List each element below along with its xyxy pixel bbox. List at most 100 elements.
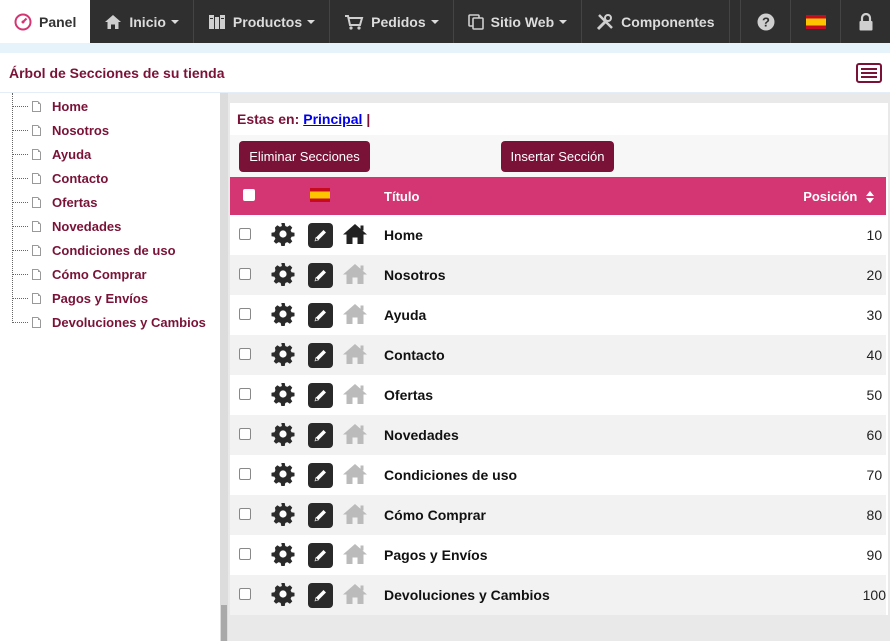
edit-icon[interactable] xyxy=(307,422,333,448)
tree-scrollbar[interactable] xyxy=(220,93,228,641)
page-icon xyxy=(32,148,41,160)
table-row: Ayuda 30 xyxy=(230,295,886,335)
tree-item[interactable]: Contacto xyxy=(0,166,206,190)
row-checkbox[interactable] xyxy=(239,548,251,560)
sort-icon xyxy=(866,191,874,204)
tree-item-label: Home xyxy=(52,98,89,114)
edit-icon[interactable] xyxy=(307,542,333,568)
edit-icon[interactable] xyxy=(307,262,333,288)
row-checkbox[interactable] xyxy=(239,428,251,440)
tree-item-label: Ofertas xyxy=(52,194,98,210)
chevron-down-icon xyxy=(559,19,568,24)
row-position: 70 xyxy=(866,467,883,483)
nav-inicio[interactable]: Inicio xyxy=(90,0,194,43)
nav-inicio-label: Inicio xyxy=(129,13,166,30)
home-icon[interactable] xyxy=(342,423,368,445)
edit-icon[interactable] xyxy=(307,302,333,328)
tree-item[interactable]: Pagos y Envíos xyxy=(0,286,206,310)
row-position: 10 xyxy=(866,227,883,243)
help-button[interactable]: ? xyxy=(740,0,790,43)
gear-icon[interactable] xyxy=(271,262,295,286)
home-icon[interactable] xyxy=(342,263,368,285)
tree-item[interactable]: Condiciones de uso xyxy=(0,238,206,262)
gear-icon[interactable] xyxy=(271,462,295,486)
nav-componentes[interactable]: Componentes xyxy=(582,0,730,43)
home-icon[interactable] xyxy=(342,543,368,565)
gear-icon[interactable] xyxy=(271,502,295,526)
breadcrumb-link-principal[interactable]: Principal xyxy=(303,111,362,127)
gear-icon[interactable] xyxy=(271,342,295,366)
edit-icon[interactable] xyxy=(307,382,333,408)
home-icon xyxy=(105,14,122,29)
nav-sitio-web[interactable]: Sitio Web xyxy=(454,0,583,43)
page-icon xyxy=(32,172,41,184)
tree-item-label: Novedades xyxy=(52,218,122,234)
list-view-button[interactable] xyxy=(856,62,882,83)
tree-item-label: Ayuda xyxy=(52,146,92,162)
row-checkbox[interactable] xyxy=(239,588,251,600)
row-position: 20 xyxy=(866,267,883,283)
table-row: Home 10 xyxy=(230,215,886,255)
row-checkbox[interactable] xyxy=(239,508,251,520)
tree-item[interactable]: Nosotros xyxy=(0,118,206,142)
row-checkbox[interactable] xyxy=(239,388,251,400)
nav-productos[interactable]: Productos xyxy=(194,0,331,43)
tree-branch xyxy=(12,273,28,275)
gear-icon[interactable] xyxy=(271,582,295,606)
edit-icon[interactable] xyxy=(307,222,333,248)
home-icon[interactable] xyxy=(342,503,368,525)
row-checkbox[interactable] xyxy=(239,268,251,280)
row-checkbox[interactable] xyxy=(239,468,251,480)
language-button[interactable] xyxy=(790,0,840,43)
home-icon[interactable] xyxy=(342,223,368,245)
tree-item[interactable]: Devoluciones y Cambios xyxy=(0,310,206,334)
dashboard-icon xyxy=(14,13,32,30)
row-checkbox[interactable] xyxy=(239,228,251,240)
nav-panel[interactable]: Panel xyxy=(0,0,91,43)
tree-item[interactable]: Novedades xyxy=(0,214,206,238)
edit-icon[interactable] xyxy=(307,502,333,528)
nav-pedidos[interactable]: Pedidos xyxy=(330,0,454,43)
scrollbar-thumb[interactable] xyxy=(221,605,227,641)
select-all-checkbox[interactable] xyxy=(243,188,255,201)
row-position: 100 xyxy=(862,587,886,603)
tree-list: Home Nosotros Ayuda Contacto Ofertas Novedade… xyxy=(0,94,206,334)
home-icon[interactable] xyxy=(342,383,368,405)
gear-icon[interactable] xyxy=(271,382,295,406)
tree-item[interactable]: Ayuda xyxy=(0,142,206,166)
row-checkbox[interactable] xyxy=(239,348,251,360)
sections-table: Título Posición Home 10 Nosotros 20 Ayuda 30 C… xyxy=(230,177,886,615)
row-position: 80 xyxy=(866,507,883,523)
edit-icon[interactable] xyxy=(307,462,333,488)
title-bar: Árbol de Secciones de su tienda xyxy=(0,53,890,93)
position-column-header[interactable]: Posición xyxy=(693,177,886,215)
lock-button[interactable] xyxy=(840,0,890,43)
home-icon[interactable] xyxy=(342,343,368,365)
gear-icon[interactable] xyxy=(271,542,295,566)
tree-item[interactable]: Home xyxy=(0,94,206,118)
row-checkbox[interactable] xyxy=(239,308,251,320)
gear-icon[interactable] xyxy=(271,422,295,446)
page-icon xyxy=(32,220,41,232)
chevron-down-icon xyxy=(430,19,439,24)
tree-item[interactable]: Cómo Comprar xyxy=(0,262,206,286)
gear-icon[interactable] xyxy=(271,302,295,326)
delete-sections-button[interactable]: Eliminar Secciones xyxy=(239,141,370,172)
books-icon xyxy=(208,14,225,29)
table-row: Contacto 40 xyxy=(230,335,886,375)
edit-icon[interactable] xyxy=(307,342,333,368)
page-icon xyxy=(32,292,41,304)
table-row: Ofertas 50 xyxy=(230,375,886,415)
page-icon xyxy=(32,268,41,280)
edit-icon[interactable] xyxy=(307,582,333,608)
home-icon[interactable] xyxy=(342,303,368,325)
header-divider xyxy=(0,43,890,53)
home-icon[interactable] xyxy=(342,583,368,605)
gear-icon[interactable] xyxy=(271,222,295,246)
tree-branch xyxy=(12,177,28,179)
breadcrumb-separator: | xyxy=(366,111,371,127)
insert-section-button[interactable]: Insertar Sección xyxy=(501,141,614,172)
home-icon[interactable] xyxy=(342,463,368,485)
chevron-down-icon xyxy=(170,19,179,24)
tree-item[interactable]: Ofertas xyxy=(0,190,206,214)
